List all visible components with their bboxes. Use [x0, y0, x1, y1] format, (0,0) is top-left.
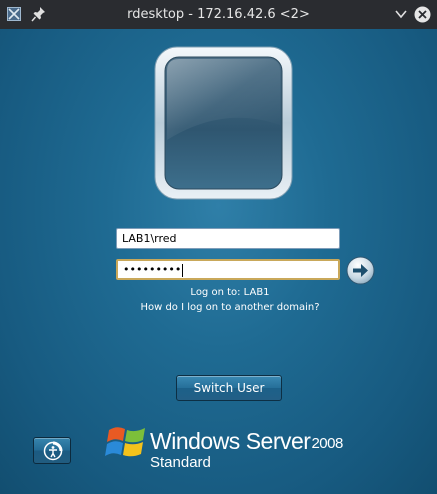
remote-desktop-screen: LAB1\rred ••••••••• Log on to: LAB1 How … [0, 29, 437, 494]
rdesktop-window: rdesktop - 172.16.42.6 <2> LAB1\rred •••… [0, 0, 437, 494]
switch-user-button[interactable]: Switch User [176, 375, 282, 401]
product-name: Windows Server2008 [150, 428, 343, 455]
window-title: rdesktop - 172.16.42.6 <2> [127, 7, 310, 22]
password-field[interactable]: ••••••••• [116, 259, 340, 280]
username-field[interactable]: LAB1\rred [116, 228, 340, 249]
ease-of-access-button[interactable] [33, 437, 71, 464]
windows-flag-logo [105, 427, 145, 457]
ease-of-access-icon [43, 441, 63, 461]
product-title: Windows Server [150, 428, 311, 454]
close-x-icon[interactable] [414, 6, 431, 23]
submit-arrow-button[interactable] [346, 256, 375, 285]
password-mask: ••••••••• [123, 263, 182, 276]
window-titlebar[interactable]: rdesktop - 172.16.42.6 <2> [0, 0, 437, 29]
log-on-to-text: Log on to: LAB1 [190, 287, 270, 298]
windows-server-branding: Windows Server2008 Standard [105, 422, 365, 482]
product-edition: Standard [150, 454, 211, 471]
text-caret [182, 263, 184, 277]
product-version: 2008 [311, 435, 343, 452]
minimize-chevron-icon[interactable] [394, 7, 408, 21]
user-picture-frame [154, 46, 293, 200]
another-domain-link[interactable]: How do I log on to another domain? [0, 302, 437, 313]
